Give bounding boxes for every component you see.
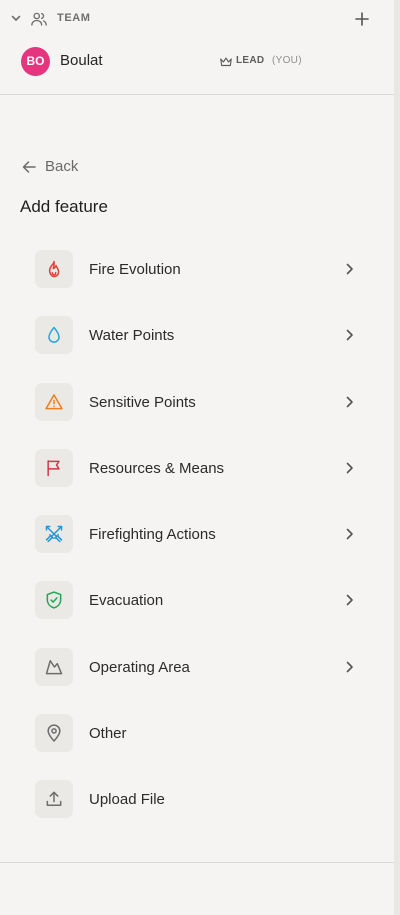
- feature-label: Evacuation: [89, 592, 164, 610]
- feature-item-resources-means[interactable]: Resources & Means: [0, 447, 392, 513]
- feature-label: Water Points: [89, 327, 175, 345]
- icon-tile: [35, 515, 73, 554]
- feature-label: Firefighting Actions: [89, 526, 216, 544]
- feature-label: Resources & Means: [89, 459, 225, 477]
- section-title: Add feature: [20, 197, 108, 216]
- role-badge: LEAD: [236, 55, 265, 66]
- feature-item-operating-area[interactable]: Operating Area: [0, 646, 392, 712]
- feature-label: Other: [89, 725, 127, 743]
- feature-list: Fire Evolution Water Points Sensitive Po…: [0, 248, 392, 845]
- icon-tile: [35, 714, 73, 753]
- feature-item-sensitive-points[interactable]: Sensitive Points: [0, 381, 392, 447]
- chevron-right-icon: [346, 396, 353, 407]
- arrow-left-icon: [22, 161, 36, 173]
- chevron-right-icon: [346, 528, 353, 540]
- feature-item-water-points[interactable]: Water Points: [0, 314, 392, 380]
- feature-item-firefighting-actions[interactable]: Firefighting Actions: [0, 513, 392, 579]
- icon-tile: [35, 780, 73, 819]
- upload-icon: [46, 791, 62, 807]
- icon-tile: [35, 382, 73, 421]
- feature-label: Upload File: [89, 791, 165, 809]
- chevron-right-icon: [346, 329, 353, 341]
- chevron-right-icon: [346, 263, 353, 275]
- chevron-right-icon: [346, 661, 353, 673]
- droplet-icon: [48, 327, 60, 344]
- feature-item-other[interactable]: Other: [0, 712, 392, 778]
- you-label: (YOU): [272, 55, 302, 66]
- chevron-down-icon[interactable]: [10, 12, 22, 24]
- back-link[interactable]: Back: [21, 155, 111, 179]
- shield-check-icon: [46, 591, 62, 610]
- flag-icon: [47, 460, 60, 477]
- icon-tile: [35, 448, 73, 487]
- feature-item-upload-file[interactable]: Upload File: [0, 778, 392, 844]
- users-icon: [31, 12, 47, 26]
- divider: [0, 94, 394, 95]
- warning-triangle-icon: [45, 393, 63, 410]
- team-member-row[interactable]: BO Boulat LEAD (YOU): [0, 47, 392, 77]
- feature-label: Sensitive Points: [89, 393, 196, 411]
- crossed-swords-icon: [45, 525, 63, 543]
- divider: [0, 862, 394, 863]
- crown-icon: [220, 57, 232, 67]
- feature-label: Fire Evolution: [89, 261, 181, 278]
- add-member-button[interactable]: [352, 9, 372, 29]
- chevron-right-icon: [346, 462, 353, 474]
- team-header: TEAM: [0, 8, 392, 30]
- map-pin-icon: [47, 724, 61, 742]
- scrollbar[interactable]: [394, 0, 400, 915]
- avatar: BO: [21, 47, 50, 76]
- icon-tile: [35, 581, 73, 620]
- member-name: Boulat: [60, 52, 103, 69]
- mountain-icon: [45, 659, 63, 675]
- feature-label: Operating Area: [89, 658, 190, 676]
- flame-icon: [48, 260, 60, 278]
- icon-tile: [35, 647, 73, 686]
- icon-tile: [35, 250, 73, 288]
- chevron-right-icon: [346, 595, 353, 606]
- feature-item-fire-evolution[interactable]: Fire Evolution: [0, 248, 392, 314]
- back-label: Back: [45, 158, 79, 175]
- icon-tile: [35, 316, 73, 355]
- team-label: TEAM: [57, 12, 91, 24]
- feature-item-evacuation[interactable]: Evacuation: [0, 579, 392, 645]
